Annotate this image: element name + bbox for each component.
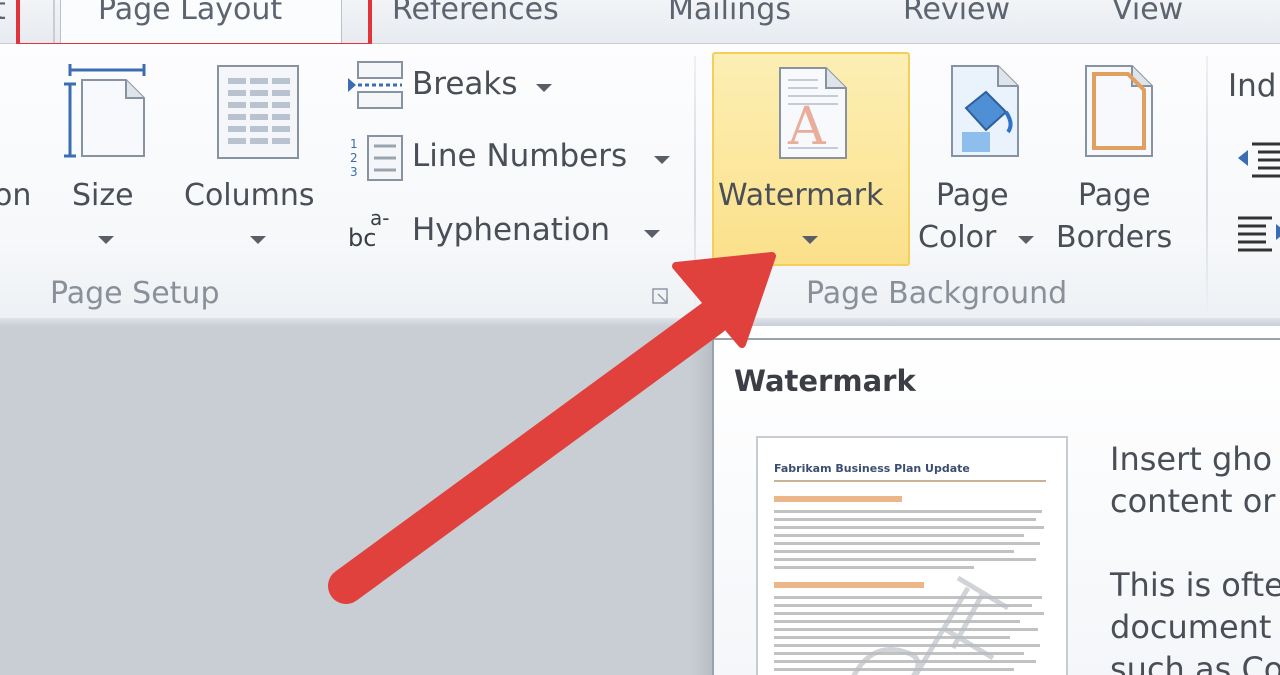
page-borders-label-1: Page bbox=[1078, 178, 1151, 213]
tab-mailings[interactable]: Mailings bbox=[668, 0, 791, 27]
page-borders-label-2: Borders bbox=[1056, 220, 1173, 255]
watermark-tooltip: Watermark Fabrikam Business Plan Update bbox=[712, 338, 1280, 675]
svg-text:A: A bbox=[787, 97, 827, 157]
page-setup-group-label: Page Setup bbox=[50, 276, 220, 311]
page-color-icon bbox=[951, 65, 1019, 157]
document-shadow bbox=[690, 326, 712, 675]
indent-right-icon[interactable] bbox=[1236, 210, 1280, 254]
columns-icon bbox=[217, 65, 299, 159]
ribbon-bottom-edge bbox=[0, 318, 1280, 326]
hyphenation-icon: a- bc bbox=[348, 206, 406, 256]
tooltip-description-line: Insert gho bbox=[1110, 440, 1273, 478]
tooltip-description-line: content or bbox=[1110, 482, 1276, 520]
tooltip-preview-thumbnail: Fabrikam Business Plan Update bbox=[756, 436, 1068, 675]
watermark-button[interactable]: A Watermark bbox=[712, 52, 910, 266]
tab-view[interactable]: View bbox=[1112, 0, 1183, 27]
page-setup-dialog-launcher-icon[interactable] bbox=[652, 288, 670, 306]
page-color-label-1: Page bbox=[936, 178, 1009, 213]
hyphenation-icon-bottom: bc bbox=[348, 224, 377, 252]
indent-left-icon[interactable] bbox=[1236, 136, 1280, 180]
hyphenation-dropdown-arrow bbox=[644, 230, 660, 238]
tab-review[interactable]: Review bbox=[903, 0, 1010, 27]
orientation-button-label[interactable]: on bbox=[0, 178, 31, 213]
tab-highlight-box bbox=[16, 0, 372, 47]
page-color-button[interactable]: Page Color bbox=[918, 62, 1048, 258]
breaks-button[interactable]: Breaks bbox=[346, 60, 566, 112]
size-label: Size bbox=[72, 178, 134, 213]
size-page-icon bbox=[64, 64, 146, 158]
thumbnail-watermark-graphic bbox=[851, 575, 1010, 675]
breaks-label: Breaks bbox=[412, 66, 518, 102]
size-dropdown-arrow bbox=[98, 236, 114, 244]
breaks-dropdown-arrow bbox=[536, 84, 552, 92]
tooltip-title: Watermark bbox=[734, 364, 916, 398]
page-borders-icon bbox=[1085, 65, 1153, 157]
breaks-icon bbox=[348, 61, 403, 109]
hyphenation-label: Hyphenation bbox=[412, 212, 611, 248]
group-separator bbox=[1206, 56, 1208, 318]
columns-label: Columns bbox=[184, 178, 315, 213]
columns-dropdown-arrow bbox=[250, 236, 266, 244]
hyphenation-button[interactable]: a- bc Hyphenation bbox=[346, 206, 666, 258]
line-numbers-button[interactable]: 123 Line Numbers bbox=[346, 132, 676, 184]
indent-label: Ind bbox=[1228, 68, 1277, 104]
watermark-dropdown-arrow bbox=[802, 236, 818, 244]
tab-references[interactable]: References bbox=[392, 0, 559, 27]
svg-text:1: 1 bbox=[350, 137, 358, 151]
svg-text:3: 3 bbox=[350, 165, 358, 179]
page-background-group-label: Page Background bbox=[806, 276, 1068, 311]
page-color-label-2: Color bbox=[918, 220, 997, 255]
watermark-label: Watermark bbox=[718, 178, 884, 213]
ribbon-tab-strip: t Page Layout References Mailings Review… bbox=[0, 0, 1280, 47]
tooltip-description-line: document bbox=[1110, 608, 1272, 646]
tooltip-description-line: such as Co bbox=[1110, 650, 1280, 675]
size-button[interactable]: Size bbox=[60, 62, 152, 258]
line-numbers-dropdown-arrow bbox=[654, 156, 670, 164]
page-color-dropdown-arrow bbox=[1018, 236, 1034, 244]
columns-button[interactable]: Columns bbox=[184, 62, 332, 258]
line-numbers-label: Line Numbers bbox=[412, 138, 628, 174]
tab-partial[interactable]: t bbox=[0, 0, 6, 27]
page-borders-button[interactable]: Page Borders bbox=[1056, 62, 1190, 258]
tooltip-description-line: This is ofte bbox=[1110, 566, 1280, 604]
document-workspace bbox=[0, 326, 712, 675]
group-separator bbox=[694, 56, 696, 318]
line-numbers-icon: 123 bbox=[350, 135, 403, 181]
watermark-icon: A bbox=[779, 67, 847, 159]
svg-text:2: 2 bbox=[350, 151, 358, 165]
